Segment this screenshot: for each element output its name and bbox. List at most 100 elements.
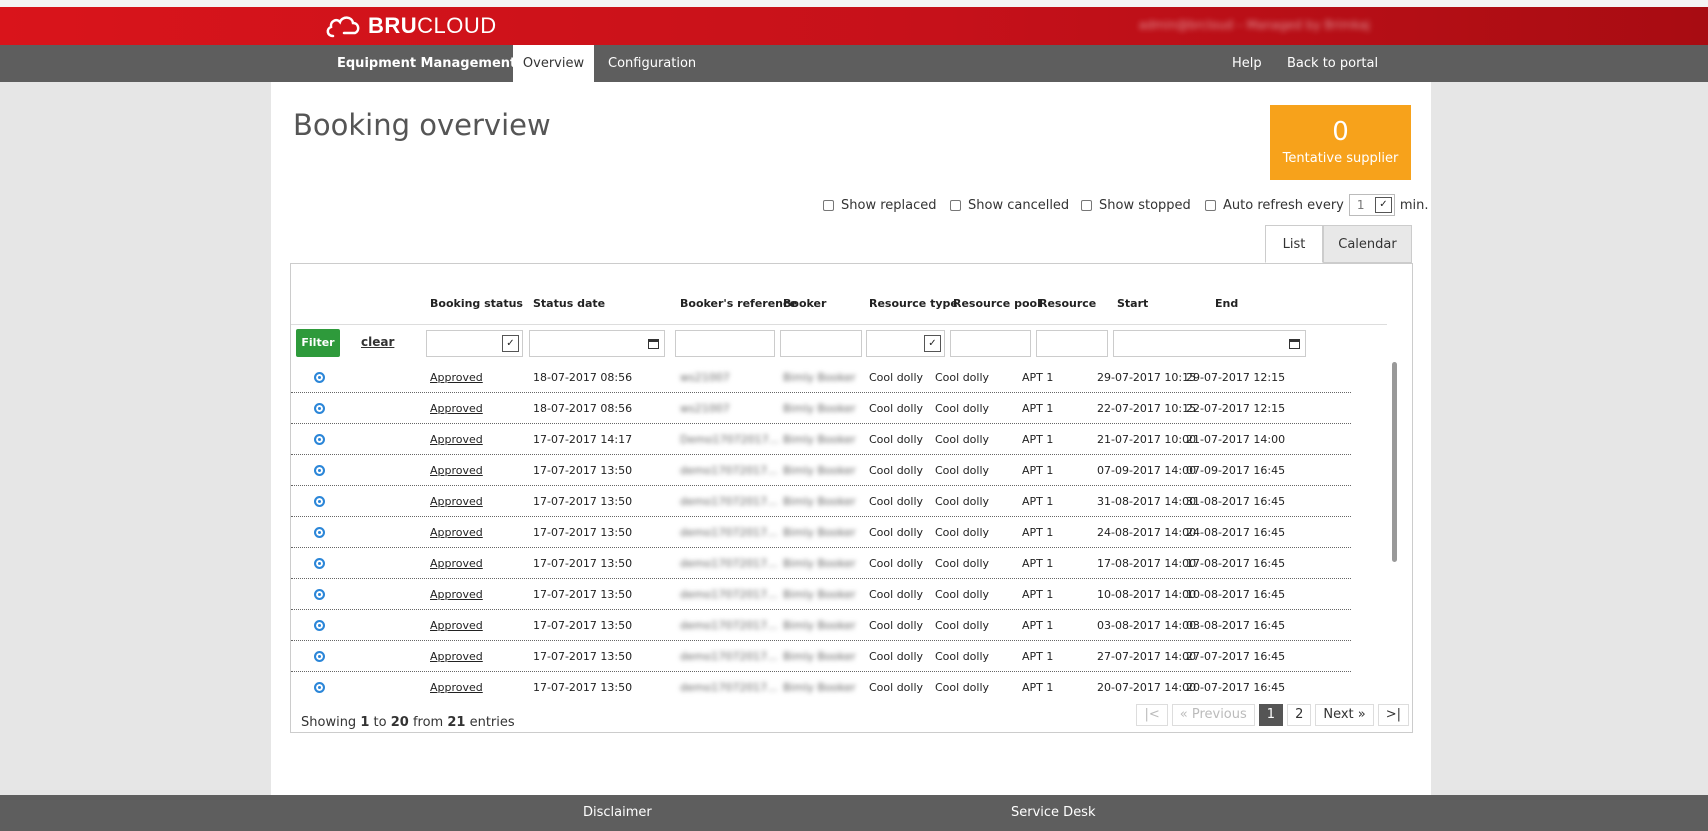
bookers-reference-filter[interactable]	[675, 330, 775, 357]
refresh-interval-select[interactable]: 1 ✓	[1348, 194, 1395, 216]
row-status-date: 17-07-2017 13:50	[533, 681, 633, 694]
row-bookers-reference: demo17072017...	[680, 619, 778, 632]
table-row: Approved 17-07-2017 13:50 demo17072017... B…	[291, 641, 1351, 672]
show-replaced-label: Show replaced	[841, 197, 937, 213]
summary-from: 1	[360, 715, 370, 730]
row-bookers-reference: demo17072017...	[680, 650, 778, 663]
tab-overview[interactable]: Overview	[513, 45, 594, 82]
col-resource-pool[interactable]: Resource pool	[953, 284, 1041, 324]
next-page-button[interactable]: Next »	[1315, 704, 1374, 726]
table-body: Approved 18-07-2017 08:56 ws21007 Bimly Boo…	[291, 362, 1387, 697]
show-stopped-option[interactable]: Show stopped	[1081, 194, 1191, 216]
row-booking-status[interactable]: Approved	[430, 362, 483, 393]
show-replaced-checkbox[interactable]	[823, 199, 834, 211]
gear-icon[interactable]	[314, 527, 325, 538]
auto-refresh-checkbox[interactable]	[1205, 199, 1216, 211]
gear-icon[interactable]	[314, 558, 325, 569]
row-booker: Bimly Booker	[783, 526, 856, 539]
page-1-button[interactable]: 1	[1258, 704, 1284, 726]
show-cancelled-checkbox[interactable]	[950, 199, 961, 211]
row-start: 20-07-2017 14:00	[1097, 681, 1197, 694]
resource-pool-filter[interactable]	[950, 330, 1031, 357]
scroll-thumb[interactable]	[1392, 362, 1397, 562]
row-booker: Bimly Booker	[783, 464, 856, 477]
start-date-filter[interactable]	[1113, 330, 1306, 357]
tab-calendar[interactable]: Calendar	[1323, 225, 1412, 263]
col-booking-status[interactable]: Booking status	[430, 284, 523, 324]
row-resource-type: Cool dolly	[869, 464, 924, 477]
row-status-date: 18-07-2017 08:56	[533, 402, 633, 415]
last-page-button[interactable]: >|	[1377, 704, 1409, 726]
row-resource: APT 1	[1022, 650, 1054, 663]
show-replaced-option[interactable]: Show replaced	[823, 194, 937, 216]
row-resource-type: Cool dolly	[869, 433, 924, 446]
tab-list[interactable]: List	[1265, 225, 1323, 263]
clear-filter-link[interactable]: clear	[361, 335, 394, 349]
help-link[interactable]: Help	[1232, 45, 1262, 82]
row-end: 31-08-2017 16:45	[1186, 495, 1286, 508]
row-booking-status[interactable]: Approved	[430, 579, 483, 610]
col-end[interactable]: End	[1215, 284, 1238, 324]
filter-row: Filter clear ✓ ✓	[291, 324, 1387, 362]
tentative-supplier-tile[interactable]: 0 Tentative supplier	[1270, 105, 1411, 180]
row-resource-pool: Cool dolly	[935, 464, 990, 477]
service-desk-link[interactable]: Service Desk	[1011, 795, 1096, 831]
table-scrollbar[interactable]	[1390, 362, 1398, 697]
resource-filter[interactable]	[1036, 330, 1108, 357]
row-booking-status[interactable]: Approved	[430, 548, 483, 579]
col-resource-type[interactable]: Resource type	[869, 284, 958, 324]
gear-icon[interactable]	[314, 651, 325, 662]
auto-refresh-option: Auto refresh every 1 ✓ min.	[1205, 194, 1429, 216]
gear-icon[interactable]	[314, 620, 325, 631]
row-bookers-reference: demo17072017...	[680, 557, 778, 570]
row-booking-status[interactable]: Approved	[430, 517, 483, 548]
row-bookers-reference: demo17072017...	[680, 588, 778, 601]
row-booking-status[interactable]: Approved	[430, 393, 483, 424]
show-cancelled-option[interactable]: Show cancelled	[950, 194, 1069, 216]
table-row: Approved 18-07-2017 08:56 ws21007 Bimly Boo…	[291, 393, 1351, 424]
gear-icon[interactable]	[314, 403, 325, 414]
col-status-date[interactable]: Status date	[533, 284, 605, 324]
back-to-portal-link[interactable]: Back to portal	[1287, 45, 1378, 82]
row-resource-pool: Cool dolly	[935, 495, 990, 508]
col-start[interactable]: Start	[1117, 284, 1148, 324]
booking-status-filter[interactable]: ✓	[426, 330, 523, 357]
col-booker[interactable]: Booker	[783, 284, 826, 324]
disclaimer-link[interactable]: Disclaimer	[583, 795, 652, 831]
cloud-icon	[326, 16, 360, 38]
tentative-label: Tentative supplier	[1282, 151, 1399, 166]
gear-icon[interactable]	[314, 496, 325, 507]
first-page-button[interactable]: |<	[1136, 704, 1168, 726]
brand-logo[interactable]: BRUCLOUD	[324, 11, 497, 41]
app-title[interactable]: Equipment Management	[337, 45, 516, 82]
row-booking-status[interactable]: Approved	[430, 455, 483, 486]
page-2-button[interactable]: 2	[1287, 704, 1312, 726]
resource-type-filter[interactable]: ✓	[866, 330, 945, 357]
row-booker: Bimly Booker	[783, 557, 856, 570]
gear-icon[interactable]	[314, 682, 325, 693]
row-booking-status[interactable]: Approved	[430, 641, 483, 672]
row-start: 22-07-2017 10:15	[1097, 402, 1197, 415]
filter-button[interactable]: Filter	[296, 329, 340, 357]
row-resource: APT 1	[1022, 526, 1054, 539]
row-booking-status[interactable]: Approved	[430, 424, 483, 455]
col-bookers-reference[interactable]: Booker's reference	[680, 284, 797, 324]
status-date-filter[interactable]	[529, 330, 665, 357]
row-booking-status[interactable]: Approved	[430, 672, 483, 697]
col-resource[interactable]: Resource	[1039, 284, 1096, 324]
tentative-count: 0	[1332, 117, 1349, 147]
tab-configuration[interactable]: Configuration	[608, 45, 696, 82]
booker-filter[interactable]	[780, 330, 862, 357]
row-booking-status[interactable]: Approved	[430, 610, 483, 641]
row-booking-status[interactable]: Approved	[430, 486, 483, 517]
gear-icon[interactable]	[314, 465, 325, 476]
previous-page-button[interactable]: « Previous	[1171, 704, 1255, 726]
row-bookers-reference: demo17072017...	[680, 464, 778, 477]
row-resource: APT 1	[1022, 557, 1054, 570]
gear-icon[interactable]	[314, 589, 325, 600]
show-stopped-checkbox[interactable]	[1081, 199, 1092, 211]
gear-icon[interactable]	[314, 372, 325, 383]
gear-icon[interactable]	[314, 434, 325, 445]
calendar-icon	[648, 339, 659, 349]
row-status-date: 18-07-2017 08:56	[533, 371, 633, 384]
